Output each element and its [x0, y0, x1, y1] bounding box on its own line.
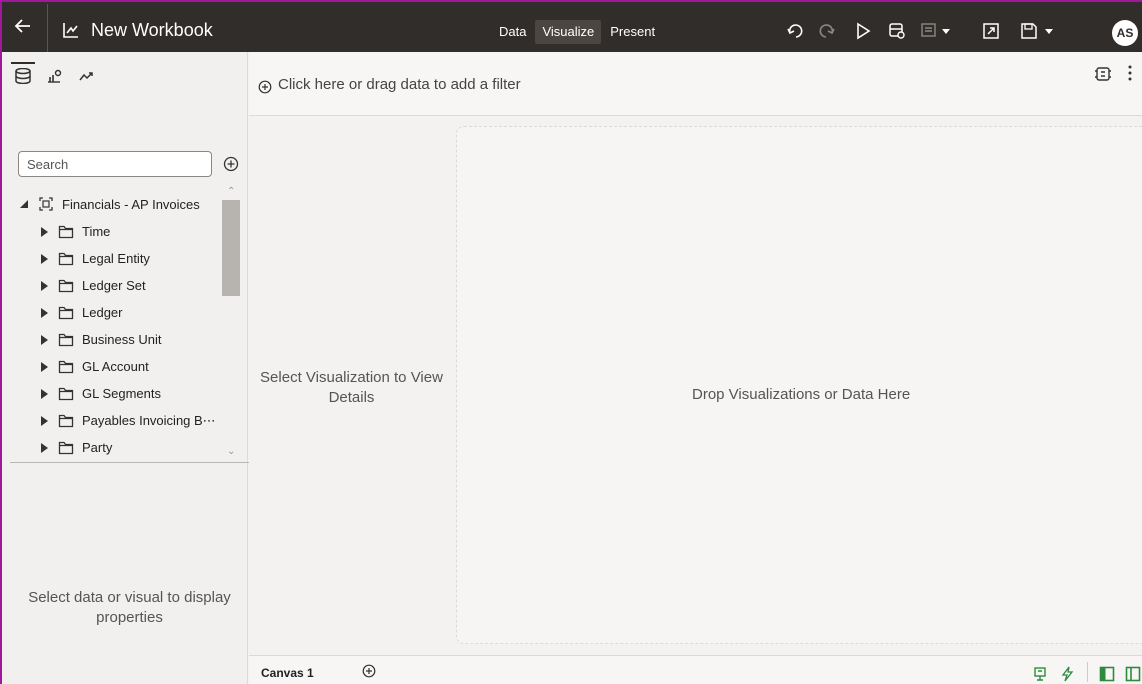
folder-icon: [58, 252, 74, 265]
folder-icon: [58, 414, 74, 427]
undo-icon[interactable]: [786, 22, 804, 40]
canvas-area: Drop Visualizations or Data Here: [454, 117, 1142, 655]
tree-folder-label: Payables Invoicing B⋯: [82, 412, 216, 428]
panel-split-icon[interactable]: [1125, 666, 1141, 682]
auto-insights-icon[interactable]: [1032, 666, 1048, 682]
subject-area-icon: [39, 197, 53, 211]
caret-collapsed-icon[interactable]: [38, 280, 50, 292]
tree-scrollbar-thumb[interactable]: [222, 200, 240, 296]
caret-collapsed-icon[interactable]: [38, 253, 50, 265]
mode-data[interactable]: Data: [492, 20, 533, 44]
folder-icon: [58, 279, 74, 292]
add-filter-icon[interactable]: [258, 80, 272, 94]
tree-folder-row[interactable]: Legal Entity: [2, 245, 222, 272]
tree-folder-label: Business Unit: [82, 332, 162, 347]
caret-collapsed-icon[interactable]: [38, 361, 50, 373]
caret-expanded-icon[interactable]: [18, 198, 30, 210]
export-icon[interactable]: [982, 22, 1000, 40]
toolbar-divider: [47, 4, 48, 52]
add-canvas-icon[interactable]: [362, 664, 376, 678]
tree-root[interactable]: Financials - AP Invoices: [2, 190, 222, 218]
tree-folder-row[interactable]: Payables Invoicing B⋯: [2, 407, 222, 434]
tree-folder-label: Ledger: [82, 305, 123, 320]
panel-splitter[interactable]: [10, 462, 250, 463]
save-menu-icon[interactable]: [1020, 22, 1058, 40]
data-panel-tabs: [10, 62, 106, 88]
tree-folder-row[interactable]: GL Account: [2, 353, 222, 380]
filter-hint[interactable]: Click here or drag data to add a filter: [278, 76, 521, 93]
workbook-title[interactable]: New Workbook: [91, 20, 213, 41]
play-icon[interactable]: [854, 22, 872, 40]
redo-icon[interactable]: [818, 22, 836, 40]
tree-folder-label: Party: [82, 440, 113, 455]
tree-folder-row[interactable]: Party: [2, 434, 222, 461]
filter-bar[interactable]: Click here or drag data to add a filter: [249, 52, 1142, 116]
more-options-icon[interactable]: [1126, 64, 1134, 82]
caret-collapsed-icon[interactable]: [38, 307, 50, 319]
tree-folder-label: Time: [82, 224, 111, 239]
notes-menu-icon[interactable]: [920, 22, 954, 40]
grammar-placeholder: Select Visualization to View Details: [260, 369, 443, 406]
canvas-tab-bar: Canvas 1: [249, 655, 1142, 684]
data-panel: Financials - AP Invoices Time Legal Entit…: [2, 52, 250, 684]
tree-folder-row[interactable]: Ledger Set: [2, 272, 222, 299]
workbook-chart-icon: [63, 23, 78, 38]
folder-icon: [58, 387, 74, 400]
caret-collapsed-icon[interactable]: [38, 415, 50, 427]
tree-folder-row[interactable]: GL Segments: [2, 380, 222, 407]
folder-icon: [58, 225, 74, 238]
properties-placeholder: Select data or visual to display propert…: [28, 589, 231, 626]
caret-collapsed-icon[interactable]: [38, 334, 50, 346]
tree-folder-label: Legal Entity: [82, 251, 150, 266]
panel-left-icon[interactable]: [1099, 666, 1115, 682]
canvas-drop-zone[interactable]: Drop Visualizations or Data Here: [456, 126, 1142, 644]
tree-folder-label: Ledger Set: [82, 278, 146, 293]
tree-root-label: Financials - AP Invoices: [62, 196, 200, 212]
mode-present[interactable]: Present: [603, 20, 662, 44]
back-arrow-icon[interactable]: [12, 15, 34, 37]
tab-data[interactable]: [10, 62, 38, 88]
tree-folder-row[interactable]: Business Unit: [2, 326, 222, 353]
drop-zone-message: Drop Visualizations or Data Here: [692, 386, 911, 403]
data-refresh-icon[interactable]: [888, 22, 906, 40]
mode-visualize[interactable]: Visualize: [535, 20, 602, 44]
scroll-down-icon[interactable]: ⌄: [227, 446, 235, 457]
scroll-up-icon[interactable]: ⌃: [227, 186, 235, 197]
tab-analytics[interactable]: [74, 62, 102, 88]
folder-icon: [58, 360, 74, 373]
user-avatar[interactable]: AS: [1112, 20, 1138, 46]
top-toolbar: New Workbook Data Visualize Present AS: [2, 2, 1142, 52]
caret-collapsed-icon[interactable]: [38, 388, 50, 400]
visualization-icon: [48, 69, 62, 83]
trend-icon: [79, 72, 93, 81]
lightning-icon[interactable]: [1059, 666, 1075, 682]
data-search-input[interactable]: [18, 151, 212, 177]
database-icon: [15, 68, 31, 84]
tree-folder-label: GL Segments: [82, 386, 162, 401]
data-tree: Financials - AP Invoices Time Legal Entit…: [2, 190, 222, 461]
tab-visualizations[interactable]: [42, 62, 70, 88]
mode-switcher: Data Visualize Present: [492, 20, 664, 44]
bottom-divider: [1087, 662, 1088, 682]
tab-canvas-1[interactable]: Canvas 1: [261, 666, 314, 680]
tree-folder-label: GL Account: [82, 359, 149, 374]
add-data-icon[interactable]: [223, 156, 239, 172]
caret-collapsed-icon[interactable]: [38, 226, 50, 238]
folder-icon: [58, 441, 74, 454]
tree-folder-row[interactable]: Ledger: [2, 299, 222, 326]
filter-settings-icon[interactable]: [1094, 65, 1112, 83]
tree-folder-row[interactable]: Time: [2, 218, 222, 245]
caret-collapsed-icon[interactable]: [38, 442, 50, 454]
folder-icon: [58, 333, 74, 346]
folder-icon: [58, 306, 74, 319]
grammar-panel: Select Visualization to View Details: [249, 117, 454, 655]
